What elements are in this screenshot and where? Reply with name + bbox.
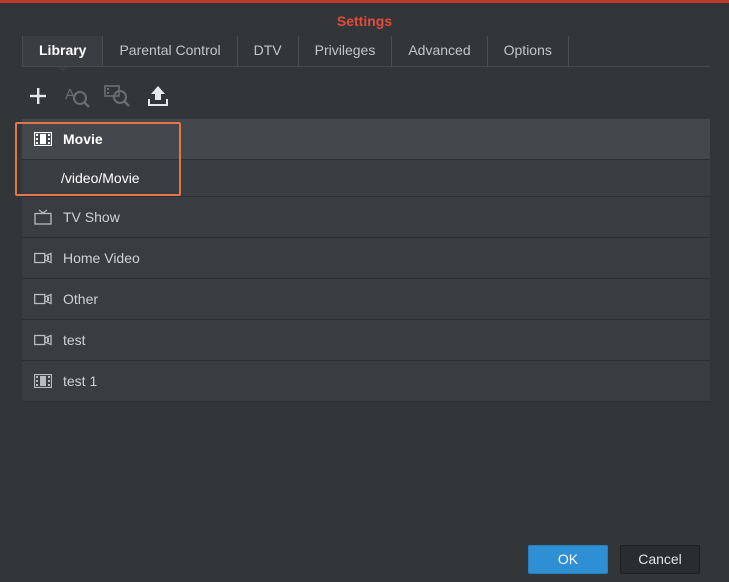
folder-path-label: /video/Movie xyxy=(61,170,140,186)
library-item-label: Other xyxy=(63,291,99,307)
library-item-movie[interactable]: Movie xyxy=(22,119,710,160)
tab-library[interactable]: Library xyxy=(22,36,104,72)
tab-advanced[interactable]: Advanced xyxy=(392,36,488,66)
video-camera-icon xyxy=(34,293,52,305)
library-toolbar: A xyxy=(24,80,184,112)
film-icon xyxy=(34,132,52,146)
video-camera-icon xyxy=(34,334,52,346)
tab-divider xyxy=(22,66,710,67)
scan-library-button[interactable]: A xyxy=(64,82,92,110)
add-library-button[interactable] xyxy=(24,82,52,110)
library-item-label: test 1 xyxy=(63,373,98,389)
film-icon xyxy=(34,374,52,388)
library-item-label: test xyxy=(63,332,86,348)
library-item-test-1[interactable]: test 1 xyxy=(22,361,710,402)
video-camera-icon xyxy=(34,252,52,264)
settings-tabs: Library Parental Control DTV Privileges … xyxy=(22,36,569,72)
add-icon xyxy=(30,88,46,104)
tab-dtv[interactable]: DTV xyxy=(238,36,299,66)
tv-icon xyxy=(34,209,52,225)
dialog-footer: OK Cancel xyxy=(0,545,729,575)
tab-privileges[interactable]: Privileges xyxy=(299,36,393,66)
library-item-tv-show[interactable]: TV Show xyxy=(22,197,710,238)
ok-button[interactable]: OK xyxy=(528,545,608,574)
scan-media-button[interactable] xyxy=(104,82,132,110)
tab-parental-control[interactable]: Parental Control xyxy=(103,36,238,66)
tab-options[interactable]: Options xyxy=(488,36,569,66)
library-item-label: Movie xyxy=(63,131,103,147)
library-item-other[interactable]: Other xyxy=(22,279,710,320)
library-folder-path[interactable]: /video/Movie xyxy=(22,160,710,197)
library-item-home-video[interactable]: Home Video xyxy=(22,238,710,279)
upload-button[interactable] xyxy=(144,82,172,110)
library-item-test[interactable]: test xyxy=(22,320,710,361)
cancel-button[interactable]: Cancel xyxy=(620,545,700,574)
upload-icon xyxy=(148,86,168,106)
scan-media-icon xyxy=(104,85,130,107)
scan-library-icon: A xyxy=(65,86,90,108)
library-item-label: Home Video xyxy=(63,250,140,266)
library-item-label: TV Show xyxy=(63,209,120,225)
dialog-title: Settings xyxy=(336,13,393,29)
library-list: Movie /video/Movie TV Show Home Video Ot… xyxy=(22,119,710,402)
window-top-accent xyxy=(0,0,729,3)
